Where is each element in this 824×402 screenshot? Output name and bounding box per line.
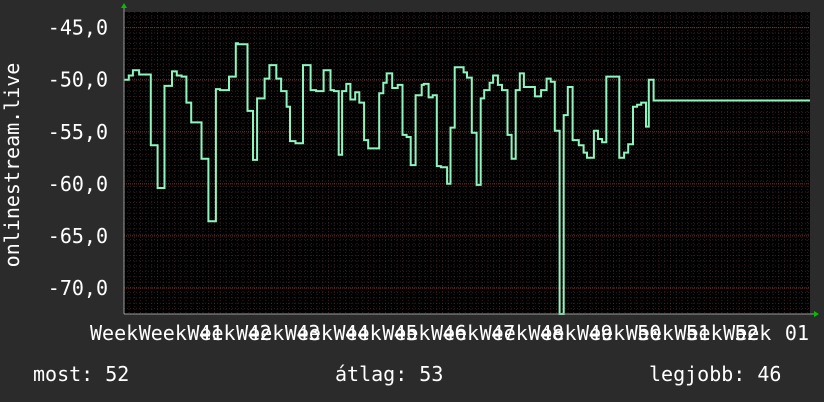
y-tick-label: -50,0 (48, 68, 108, 92)
best-value-stat: legjobb: 46 (649, 362, 782, 386)
average-value-stat: átlag: 53 (335, 362, 444, 386)
current-value-stat: most: 52 (33, 362, 130, 386)
line-chart: -45,0-50,0-55,0-60,0-65,0-70,0 Week Week … (0, 3, 819, 345)
x-tick-label: 01 (785, 321, 809, 345)
x-tick-label: Week (90, 321, 138, 345)
y-axis-label: onlinestream.live (0, 63, 24, 268)
y-tick-labels: -45,0 -50,0 -55,0 -60,0 -65,0 -70,0 (48, 16, 108, 300)
y-tick-label: -70,0 (48, 276, 108, 300)
plot-background (124, 12, 810, 314)
y-tick-label: -45,0 (48, 16, 108, 40)
x-tick-labels: Week Week 41Week 42Week 43Week 44Week 45W… (90, 321, 809, 345)
y-tick-label: -55,0 (48, 120, 108, 144)
x-tick-label: Week (723, 321, 771, 345)
x-axis-arrow (814, 311, 819, 317)
y-tick-label: -60,0 (48, 172, 108, 196)
y-tick-label: -65,0 (48, 224, 108, 248)
y-axis-arrow (121, 3, 127, 8)
